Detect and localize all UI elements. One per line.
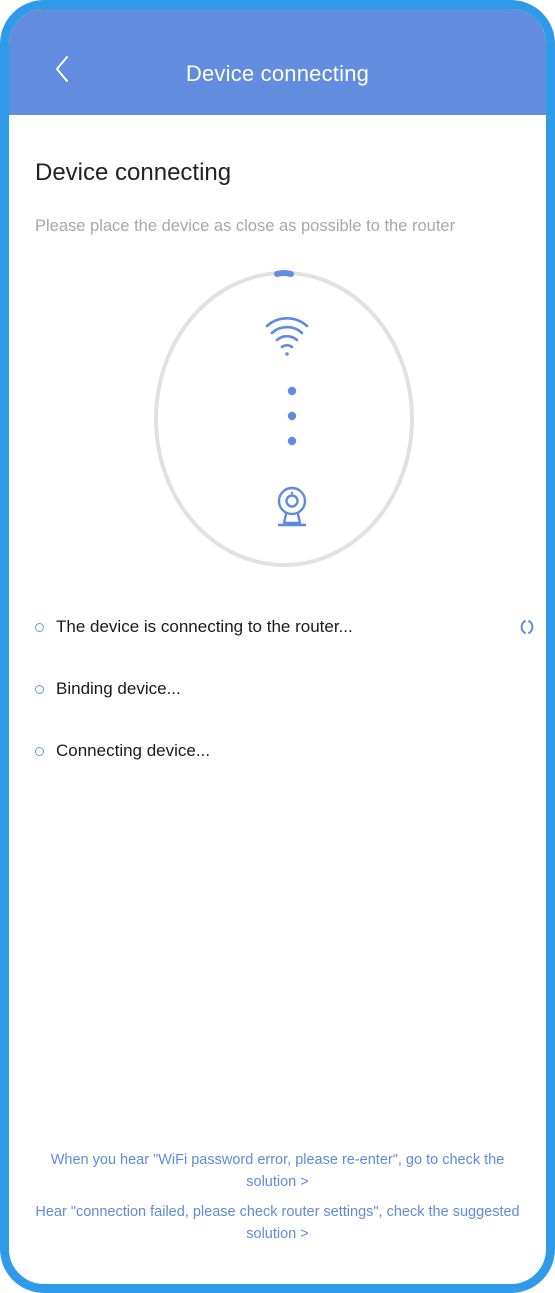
- status-label: Binding device...: [56, 679, 181, 698]
- wifi-password-help-link[interactable]: When you hear "WiFi password error, plea…: [27, 1149, 528, 1193]
- loading-spinner-icon: [520, 620, 534, 634]
- page-subtitle: Please place the device as close as poss…: [35, 217, 456, 235]
- connection-dot: [287, 436, 297, 446]
- progress-marker: [274, 270, 294, 277]
- status-label: The device is connecting to the router..…: [56, 617, 353, 636]
- status-bullet: [35, 684, 44, 694]
- wifi-icon: [270, 325, 304, 356]
- header-title: Device connecting: [185, 61, 370, 86]
- status-bullet: [35, 622, 44, 632]
- help-links: When you hear "WiFi password error, plea…: [27, 1149, 528, 1253]
- status-item-binding: Binding device...: [35, 674, 535, 704]
- status-list: The device is connecting to the router..…: [35, 612, 535, 798]
- connection-illustration: [154, 270, 414, 567]
- status-item-router: The device is connecting to the router..…: [35, 612, 535, 642]
- status-label: Connecting device...: [56, 741, 211, 760]
- connection-dot: [287, 386, 297, 396]
- app-frame: Device connecting Device connecting Plea…: [0, 0, 555, 1293]
- status-item-connecting: Connecting device...: [35, 736, 535, 766]
- router-settings-help-link[interactable]: Hear "connection failed, please check ro…: [27, 1201, 528, 1245]
- camera-icon: [277, 486, 307, 527]
- page-title: Device connecting: [35, 159, 232, 186]
- header-bar: Device connecting: [9, 9, 546, 115]
- status-bullet: [35, 746, 44, 756]
- connection-dot: [287, 411, 297, 421]
